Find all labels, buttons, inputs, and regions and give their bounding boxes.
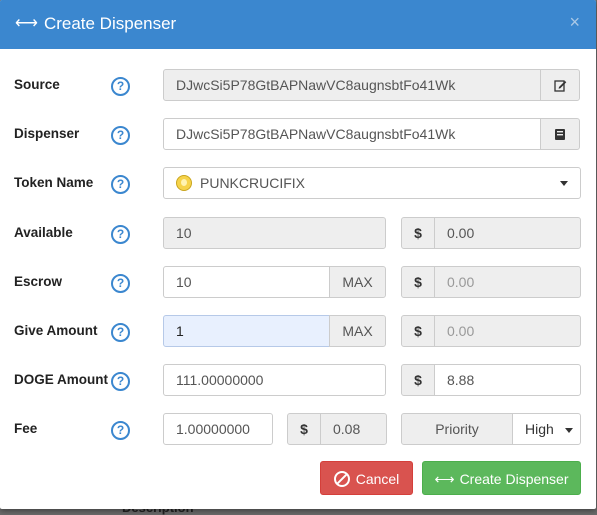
give-amount-row: Give Amount ? 1 MAX $ 0.00 <box>0 315 596 349</box>
create-dispenser-dialog: ⟷ Create Dispenser × Source ? DJwcSi5P78… <box>0 0 596 509</box>
fee-field[interactable]: 1.00000000 <box>163 413 273 445</box>
help-icon[interactable]: ? <box>111 421 130 440</box>
address-book-icon <box>555 129 565 140</box>
fee-label: Fee <box>14 421 38 436</box>
source-row: Source ? DJwcSi5P78GtBAPNawVC8augnsbtFo4… <box>0 69 596 103</box>
help-icon[interactable]: ? <box>111 225 130 244</box>
exchange-arrows-icon: ⟷ <box>15 15 38 32</box>
dispenser-label: Dispenser <box>14 126 80 141</box>
cancel-button-label: Cancel <box>355 471 400 487</box>
give-amount-usd-field[interactable]: 0.00 <box>434 315 581 347</box>
doge-amount-row: DOGE Amount ? 111.00000000 $ 8.88 <box>0 364 596 398</box>
usd-addon: $ <box>401 266 435 298</box>
usd-addon: $ <box>287 413 321 445</box>
ban-icon <box>333 471 350 487</box>
escrow-usd-field[interactable]: 0.00 <box>434 266 581 298</box>
edit-icon <box>553 80 566 92</box>
priority-label: Priority <box>401 413 513 445</box>
edit-source-button[interactable] <box>540 69 580 101</box>
dialog-title-text: Create Dispenser <box>43 14 177 33</box>
dialog-header: ⟷ Create Dispenser × <box>0 0 596 49</box>
escrow-max-button[interactable]: MAX <box>329 266 386 298</box>
give-amount-field[interactable]: 1 <box>163 315 330 347</box>
help-icon[interactable]: ? <box>111 175 130 194</box>
token-avatar-icon <box>176 175 192 191</box>
exchange-arrows-icon: ⟷ <box>434 471 455 487</box>
doge-amount-field[interactable]: 111.00000000 <box>163 364 386 396</box>
token-name-label: Token Name <box>14 175 94 190</box>
help-icon[interactable]: ? <box>111 77 130 96</box>
priority-value: High <box>525 421 554 437</box>
help-icon[interactable]: ? <box>111 274 130 293</box>
chevron-down-icon <box>560 181 568 186</box>
cancel-button[interactable]: Cancel <box>320 461 413 495</box>
source-field[interactable]: DJwcSi5P78GtBAPNawVC8augnsbtFo41Wk <box>163 69 541 101</box>
token-select[interactable]: PUNKCRUCIFIX <box>163 167 581 199</box>
help-icon[interactable]: ? <box>111 372 130 391</box>
doge-amount-label: DOGE Amount <box>14 372 108 387</box>
usd-addon: $ <box>401 364 435 396</box>
fee-usd-field[interactable]: 0.08 <box>320 413 387 445</box>
create-button-label: Create Dispenser <box>459 471 569 487</box>
priority-dropdown[interactable]: High <box>512 413 581 445</box>
usd-addon: $ <box>401 217 435 249</box>
available-row: Available ? 10 $ 0.00 <box>0 217 596 251</box>
dispenser-field[interactable]: DJwcSi5P78GtBAPNawVC8augnsbtFo41Wk <box>163 118 541 150</box>
source-label: Source <box>14 77 60 92</box>
available-label: Available <box>14 225 73 240</box>
help-icon[interactable]: ? <box>111 323 130 342</box>
fee-row: Fee ? 1.00000000 $ 0.08 Priority High <box>0 413 596 447</box>
available-field[interactable]: 10 <box>163 217 386 249</box>
give-amount-max-button[interactable]: MAX <box>329 315 386 347</box>
escrow-row: Escrow ? 10 MAX $ 0.00 <box>0 266 596 300</box>
token-name-row: Token Name ? PUNKCRUCIFIX <box>0 167 596 201</box>
dispenser-row: Dispenser ? DJwcSi5P78GtBAPNawVC8augnsbt… <box>0 118 596 152</box>
escrow-field[interactable]: 10 <box>163 266 330 298</box>
dialog-title: ⟷ Create Dispenser <box>15 14 176 34</box>
escrow-label: Escrow <box>14 274 63 289</box>
give-amount-label: Give Amount <box>14 323 98 338</box>
help-icon[interactable]: ? <box>111 126 130 145</box>
usd-addon: $ <box>401 315 435 347</box>
available-usd-field[interactable]: 0.00 <box>434 217 581 249</box>
chevron-down-icon <box>564 427 573 433</box>
close-icon[interactable]: × <box>569 13 580 31</box>
address-book-button[interactable] <box>540 118 580 150</box>
token-select-value: PUNKCRUCIFIX <box>200 175 306 191</box>
create-dispenser-button[interactable]: ⟷ Create Dispenser <box>422 461 581 495</box>
doge-amount-usd-field[interactable]: 8.88 <box>434 364 581 396</box>
